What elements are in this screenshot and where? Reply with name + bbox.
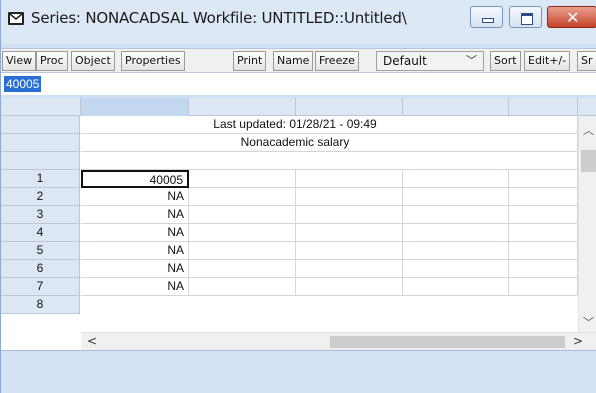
display-mode-value: Default bbox=[383, 54, 427, 68]
grid-cell[interactable] bbox=[403, 278, 509, 296]
row-header[interactable]: 8 bbox=[1, 296, 80, 314]
spreadsheet-grid: Last updated: 01/28/21 - 09:49 Nonacadem… bbox=[1, 98, 596, 350]
envelope-icon bbox=[8, 12, 24, 25]
edit-field-value[interactable]: 40005 bbox=[4, 76, 42, 92]
edit-bar[interactable]: 40005 bbox=[1, 73, 596, 95]
value-cell[interactable]: NA bbox=[81, 224, 189, 242]
grid-cell[interactable] bbox=[189, 278, 296, 296]
grid-cell[interactable] bbox=[189, 242, 296, 260]
grid-cell[interactable] bbox=[509, 278, 578, 296]
column-header[interactable] bbox=[189, 98, 296, 116]
series-window: Series: NONACADSAL Workfile: UNTITLED::U… bbox=[0, 0, 596, 393]
row-header-blank[interactable] bbox=[1, 116, 80, 134]
grid-cell[interactable] bbox=[189, 170, 296, 188]
maximize-button[interactable] bbox=[509, 6, 542, 28]
grid-cell[interactable] bbox=[509, 206, 578, 224]
freeze-button[interactable]: Freeze bbox=[315, 51, 359, 71]
row-header[interactable]: 5 bbox=[1, 242, 80, 260]
grid-cell[interactable] bbox=[403, 170, 509, 188]
row-header[interactable]: 1 bbox=[1, 170, 80, 188]
title-bar[interactable]: Series: NONACADSAL Workfile: UNTITLED::U… bbox=[1, 0, 596, 44]
grid-cell[interactable] bbox=[296, 188, 403, 206]
column-header[interactable] bbox=[296, 98, 403, 116]
edit-toggle-button[interactable]: Edit+/- bbox=[524, 51, 571, 71]
grid-cell[interactable] bbox=[296, 170, 403, 188]
close-button[interactable]: ✕ bbox=[547, 6, 596, 28]
grid-cell[interactable] bbox=[296, 260, 403, 278]
sort-button[interactable]: Sort bbox=[490, 51, 521, 71]
row-header[interactable]: 7 bbox=[1, 278, 80, 296]
row-header[interactable]: 4 bbox=[1, 224, 80, 242]
grid-cell[interactable] bbox=[403, 260, 509, 278]
grid-cell[interactable] bbox=[296, 278, 403, 296]
column-header[interactable] bbox=[403, 98, 509, 116]
chevron-up-icon[interactable]: ︿ bbox=[583, 122, 594, 138]
row-header-blank[interactable] bbox=[1, 134, 80, 152]
grid-cell[interactable] bbox=[509, 116, 578, 134]
vertical-scroll-thumb[interactable] bbox=[581, 150, 596, 172]
chevron-left-icon[interactable]: < bbox=[87, 334, 97, 348]
name-button[interactable]: Name bbox=[273, 51, 314, 71]
grid-cell[interactable] bbox=[189, 260, 296, 278]
chevron-down-icon[interactable]: ﹀ bbox=[583, 314, 594, 330]
minimize-button[interactable] bbox=[470, 6, 503, 28]
chevron-down-icon: ﹀ bbox=[466, 54, 477, 67]
row-header[interactable]: 3 bbox=[1, 206, 80, 224]
grid-cell[interactable] bbox=[403, 206, 509, 224]
row-header[interactable]: 6 bbox=[1, 260, 80, 278]
grid-cell[interactable] bbox=[296, 206, 403, 224]
series-description: Nonacademic salary bbox=[81, 134, 509, 152]
grid-cell[interactable] bbox=[509, 242, 578, 260]
object-button[interactable]: Object bbox=[71, 51, 115, 71]
window-title: Series: NONACADSAL Workfile: UNTITLED::U… bbox=[31, 9, 407, 27]
grid-cell[interactable] bbox=[81, 152, 578, 170]
print-button[interactable]: Print bbox=[233, 51, 267, 71]
value-cell[interactable]: 40005 bbox=[81, 170, 189, 188]
vertical-scrollbar[interactable]: ︿ ﹀ bbox=[578, 116, 596, 332]
grid-cell[interactable] bbox=[509, 224, 578, 242]
column-header[interactable] bbox=[81, 98, 189, 116]
grid-cell[interactable] bbox=[189, 188, 296, 206]
grid-cell[interactable] bbox=[509, 260, 578, 278]
chevron-right-icon[interactable]: > bbox=[573, 334, 583, 348]
column-header[interactable] bbox=[509, 98, 578, 116]
value-cell[interactable]: NA bbox=[81, 278, 189, 296]
smpl-button[interactable]: Sr bbox=[577, 51, 596, 71]
status-bar bbox=[1, 350, 596, 393]
grid-cell[interactable] bbox=[509, 170, 578, 188]
grid-cell[interactable] bbox=[403, 242, 509, 260]
grid-cell[interactable] bbox=[509, 188, 578, 206]
grid-cell[interactable] bbox=[296, 224, 403, 242]
corner-cell[interactable] bbox=[1, 98, 81, 116]
grid-cell[interactable] bbox=[189, 206, 296, 224]
properties-button[interactable]: Properties bbox=[121, 51, 185, 71]
grid-cell[interactable] bbox=[403, 224, 509, 242]
horizontal-scroll-thumb[interactable] bbox=[330, 336, 565, 348]
value-cell[interactable]: NA bbox=[81, 206, 189, 224]
value-cell[interactable]: NA bbox=[81, 242, 189, 260]
grid-cell[interactable] bbox=[296, 242, 403, 260]
close-icon: ✕ bbox=[566, 8, 580, 27]
toolbar: View Proc Object Properties Print Name F… bbox=[1, 48, 596, 73]
display-mode-select[interactable]: Default ﹀ bbox=[376, 51, 484, 71]
proc-button[interactable]: Proc bbox=[36, 51, 68, 71]
value-cell[interactable]: NA bbox=[81, 188, 189, 206]
grid-cell[interactable] bbox=[403, 188, 509, 206]
view-button[interactable]: View bbox=[2, 51, 37, 71]
horizontal-scrollbar[interactable]: < > bbox=[81, 332, 596, 350]
column-header-row bbox=[1, 98, 596, 116]
row-header[interactable]: 2 bbox=[1, 188, 80, 206]
grid-cell[interactable] bbox=[189, 224, 296, 242]
row-header-blank[interactable] bbox=[1, 152, 80, 170]
last-updated-text: Last updated: 01/28/21 - 09:49 bbox=[81, 116, 509, 134]
value-cell[interactable]: NA bbox=[81, 260, 189, 278]
grid-cell[interactable] bbox=[509, 134, 578, 152]
